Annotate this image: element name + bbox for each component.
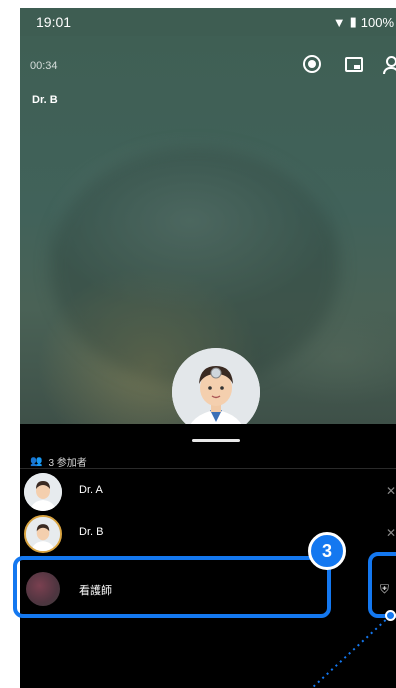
annotation-anchor-dot (385, 610, 396, 621)
annotation-connector (311, 615, 391, 688)
